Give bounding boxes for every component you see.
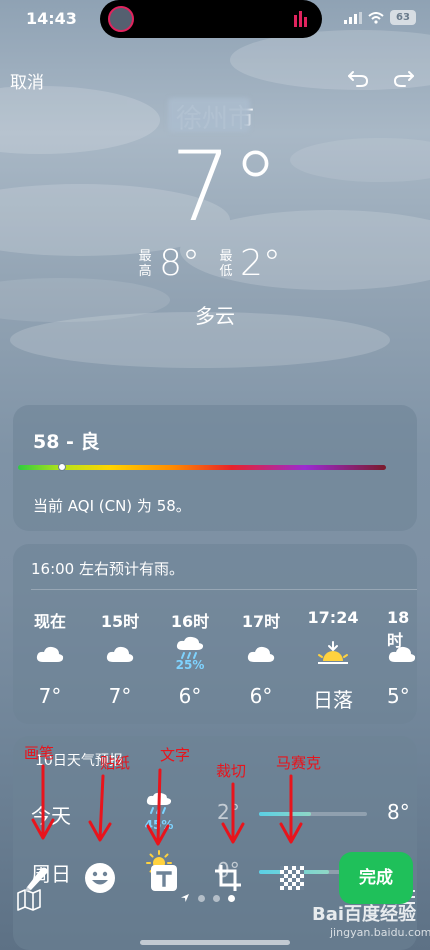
hour-label: 现在	[33, 612, 66, 631]
city-redaction	[168, 98, 250, 132]
pen-tool-button[interactable]	[16, 858, 56, 898]
hour-temp: 6°	[249, 684, 273, 708]
mosaic-icon	[280, 866, 304, 890]
signal-icon	[344, 11, 362, 24]
annotation-sticker: 贴纸	[100, 754, 131, 772]
hour-item: 16时 25% 6°	[155, 608, 225, 708]
annotation-arrow	[221, 782, 245, 844]
weather-condition: 多云	[195, 304, 235, 328]
battery-indicator: 63	[390, 10, 416, 25]
text-icon	[151, 865, 177, 891]
cloud-icon	[106, 646, 134, 662]
high-low: 最高 8° 最低 2°	[0, 243, 430, 284]
low-temp: 2°	[240, 243, 281, 284]
audio-equalizer-icon	[294, 11, 307, 27]
annotation-mosaic: 马赛克	[276, 754, 322, 772]
high-temp: 8°	[159, 243, 200, 284]
hour-item: 现在 7°	[15, 608, 85, 708]
text-tool-button[interactable]	[144, 858, 184, 898]
rain-icon	[176, 636, 204, 659]
aqi-scale-bar	[18, 465, 386, 470]
annotation-crop: 裁切	[216, 762, 247, 780]
sticker-icon	[85, 863, 115, 893]
aqi-title: 58 - 良	[33, 431, 100, 453]
status-time: 14:43	[26, 9, 77, 28]
annotation-draw: 画笔	[24, 744, 55, 762]
hour-item: 17:24 日落	[298, 608, 368, 713]
hour-label: 15时	[100, 612, 140, 631]
hour-temp: 5°	[387, 684, 410, 708]
status-indicators: 63	[344, 10, 416, 25]
hourly-divider	[31, 589, 417, 590]
island-avatar	[108, 6, 134, 32]
hour-label: 16时	[170, 612, 210, 631]
hour-temp: 日落	[313, 688, 353, 712]
precip-chance: 25%	[175, 658, 205, 672]
forecast-high: 8°	[387, 800, 410, 824]
low-label: 最低	[219, 248, 233, 279]
high-label: 最高	[138, 248, 152, 279]
home-indicator	[140, 940, 290, 945]
redo-icon[interactable]	[392, 66, 416, 88]
dynamic-island	[100, 0, 322, 38]
cloud-icon	[247, 646, 275, 662]
cloud-icon	[36, 646, 64, 662]
pen-icon	[25, 867, 48, 892]
annotation-arrow	[31, 764, 55, 840]
cloud-icon	[388, 646, 416, 662]
hour-temp: 6°	[178, 684, 202, 708]
page-dot	[198, 894, 205, 902]
done-button[interactable]: 完成	[339, 852, 413, 904]
mosaic-tool-button[interactable]	[272, 858, 312, 898]
hour-label: 17时	[241, 612, 281, 631]
watermark-brand: Bai百度经验	[312, 904, 417, 925]
hour-item: 18时 5°	[369, 608, 417, 708]
annotation-arrow	[279, 774, 303, 844]
aqi-description: 当前 AQI (CN) 为 58。	[33, 497, 191, 515]
annotation-arrow	[146, 768, 170, 846]
annotation-arrow	[88, 774, 112, 842]
crop-tool-button[interactable]	[208, 858, 248, 898]
undo-icon[interactable]	[346, 66, 370, 88]
wifi-icon	[368, 11, 384, 24]
current-temperature: 7°	[170, 131, 280, 243]
hourly-note: 16:00 左右预计有雨。	[31, 560, 184, 578]
hour-label: 18时	[387, 608, 410, 650]
hour-item: 17时 6°	[226, 608, 296, 708]
hour-temp: 7°	[38, 684, 62, 708]
hour-item: 15时 7°	[85, 608, 155, 708]
sticker-tool-button[interactable]	[80, 858, 120, 898]
sunset-icon	[318, 641, 348, 664]
hour-label: 17:24	[307, 608, 359, 627]
annotation-text: 文字	[160, 746, 191, 764]
hourly-forecast-card[interactable]: 16:00 左右预计有雨。 现在 7° 15时 7° 16时 25% 6° 17…	[13, 544, 417, 724]
watermark-url: jingyan.baidu.com	[330, 926, 430, 939]
cancel-button[interactable]: 取消	[10, 68, 44, 93]
crop-icon	[215, 865, 241, 891]
hour-temp: 7°	[108, 684, 132, 708]
